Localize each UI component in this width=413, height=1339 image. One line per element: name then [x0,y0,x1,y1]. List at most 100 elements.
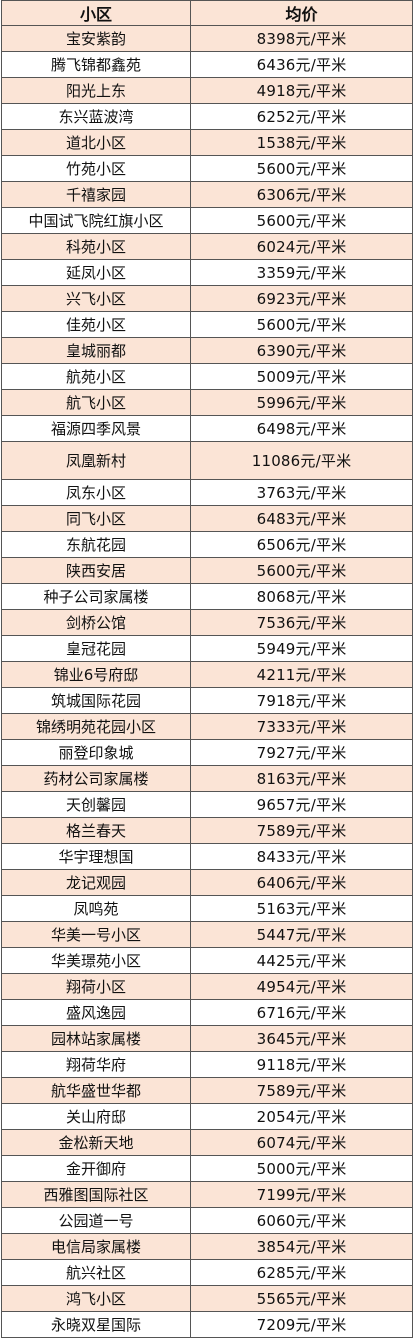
table-row: 锦绣明苑花园小区 7333元/平米 [1,713,413,740]
table-row: 关山府邸 2054元/平米 [1,1103,413,1130]
avg-price-cell: 6716元/平米 [190,999,413,1026]
housing-price-table: 小区 均价 宝安紫韵 8398元/平米 腾飞锦都鑫苑 6436元/平米 阳光上东 4918… [1,0,413,1338]
avg-price-cell: 3359元/平米 [190,259,413,286]
community-name-cell: 西雅图国际社区 [1,1181,191,1208]
table-row: 金开御府 5000元/平米 [1,1155,413,1182]
avg-price-cell: 1538元/平米 [190,129,413,156]
avg-price-cell: 8068元/平米 [190,583,413,610]
avg-price-cell: 5000元/平米 [190,1155,413,1182]
community-name-cell: 凤东小区 [1,479,191,506]
avg-price-cell: 4425元/平米 [190,947,413,974]
community-name-cell: 华美璟苑小区 [1,947,191,974]
avg-price-cell: 5996元/平米 [190,389,413,416]
avg-price-cell: 4211元/平米 [190,661,413,688]
community-name-cell: 丽登印象城 [1,739,191,766]
table-row: 千禧家园 6306元/平米 [1,181,413,208]
table-row: 延凤小区 3359元/平米 [1,259,413,286]
avg-price-cell: 5600元/平米 [190,207,413,234]
community-name-cell: 陕西安居 [1,557,191,584]
avg-price-cell: 2054元/平米 [190,1103,413,1130]
avg-price-cell: 4918元/平米 [190,77,413,104]
avg-price-cell: 5009元/平米 [190,363,413,390]
avg-price-cell: 11086元/平米 [190,441,413,480]
community-name-cell: 千禧家园 [1,181,191,208]
table-row: 天创馨园 9657元/平米 [1,791,413,818]
avg-price-cell: 7589元/平米 [190,1077,413,1104]
avg-price-cell: 9657元/平米 [190,791,413,818]
table-row: 皇冠花园 5949元/平米 [1,635,413,662]
community-name-cell: 金开御府 [1,1155,191,1182]
community-name-cell: 天创馨园 [1,791,191,818]
table-row: 华宇理想国 8433元/平米 [1,843,413,870]
community-name-cell: 公园道一号 [1,1207,191,1234]
avg-price-cell: 3645元/平米 [190,1025,413,1052]
avg-price-cell: 8163元/平米 [190,765,413,792]
community-name-cell: 锦绣明苑花园小区 [1,713,191,740]
community-name-cell: 凤凰新村 [1,441,191,480]
avg-price-cell: 7536元/平米 [190,609,413,636]
avg-price-cell: 5949元/平米 [190,635,413,662]
table-row: 陕西安居 5600元/平米 [1,557,413,584]
avg-price-cell: 3763元/平米 [190,479,413,506]
avg-price-cell: 6506元/平米 [190,531,413,558]
avg-price-cell: 7333元/平米 [190,713,413,740]
avg-price-cell: 6390元/平米 [190,337,413,364]
table-row: 翔荷小区 4954元/平米 [1,973,413,1000]
community-name-cell: 佳苑小区 [1,311,191,338]
community-name-cell: 阳光上东 [1,77,191,104]
table-row: 道北小区 1538元/平米 [1,129,413,156]
table-row: 航飞小区 5996元/平米 [1,389,413,416]
community-name-cell: 金松新天地 [1,1129,191,1156]
community-name-cell: 永晓双星国际 [1,1311,191,1338]
table-row: 佳苑小区 5600元/平米 [1,311,413,338]
community-name-cell: 药材公司家属楼 [1,765,191,792]
community-name-cell: 翔荷小区 [1,973,191,1000]
community-name-cell: 种子公司家属楼 [1,583,191,610]
community-name-cell: 龙记观园 [1,869,191,896]
avg-price-cell: 6060元/平米 [190,1207,413,1234]
table-row: 航兴社区 6285元/平米 [1,1259,413,1286]
table-row: 剑桥公馆 7536元/平米 [1,609,413,636]
table-row: 凤凰新村 11086元/平米 [1,441,413,480]
community-name-cell: 福源四季风景 [1,415,191,442]
table-row: 公园道一号 6060元/平米 [1,1207,413,1234]
table-row: 腾飞锦都鑫苑 6436元/平米 [1,51,413,78]
table-row: 龙记观园 6406元/平米 [1,869,413,896]
avg-price-cell: 9118元/平米 [190,1051,413,1078]
avg-price-cell: 6074元/平米 [190,1129,413,1156]
avg-price-cell: 5600元/平米 [190,311,413,338]
community-name-cell: 盛风逸园 [1,999,191,1026]
avg-price-cell: 3854元/平米 [190,1233,413,1260]
community-name-cell: 道北小区 [1,129,191,156]
table-row: 电信局家属楼 3854元/平米 [1,1233,413,1260]
table-row: 华美璟苑小区 4425元/平米 [1,947,413,974]
community-name-cell: 同飞小区 [1,505,191,532]
table-row: 阳光上东 4918元/平米 [1,77,413,104]
avg-price-cell: 8433元/平米 [190,843,413,870]
table-row: 园林站家属楼 3645元/平米 [1,1025,413,1052]
avg-price-cell: 6923元/平米 [190,285,413,312]
avg-price-cell: 6498元/平米 [190,415,413,442]
community-name-cell: 中国试飞院红旗小区 [1,207,191,234]
community-name-cell: 航苑小区 [1,363,191,390]
avg-price-cell: 6252元/平米 [190,103,413,130]
community-name-cell: 皇冠花园 [1,635,191,662]
avg-price-cell: 6406元/平米 [190,869,413,896]
avg-price-cell: 7918元/平米 [190,687,413,714]
community-name-cell: 航兴社区 [1,1259,191,1286]
table-row: 东兴蓝波湾 6252元/平米 [1,103,413,130]
community-name-cell: 东兴蓝波湾 [1,103,191,130]
table-row: 金松新天地 6074元/平米 [1,1129,413,1156]
table-row: 宝安紫韵 8398元/平米 [1,25,413,52]
table-row: 华美一号小区 5447元/平米 [1,921,413,948]
community-name-cell: 航华盛世华都 [1,1077,191,1104]
community-name-cell: 格兰春天 [1,817,191,844]
avg-price-cell: 5600元/平米 [190,155,413,182]
community-name-cell: 电信局家属楼 [1,1233,191,1260]
table-row: 丽登印象城 7927元/平米 [1,739,413,766]
avg-price-cell: 7209元/平米 [190,1311,413,1338]
avg-price-cell: 7589元/平米 [190,817,413,844]
community-name-cell: 锦业6号府邸 [1,661,191,688]
table-row: 东航花园 6506元/平米 [1,531,413,558]
table-row: 航华盛世华都 7589元/平米 [1,1077,413,1104]
